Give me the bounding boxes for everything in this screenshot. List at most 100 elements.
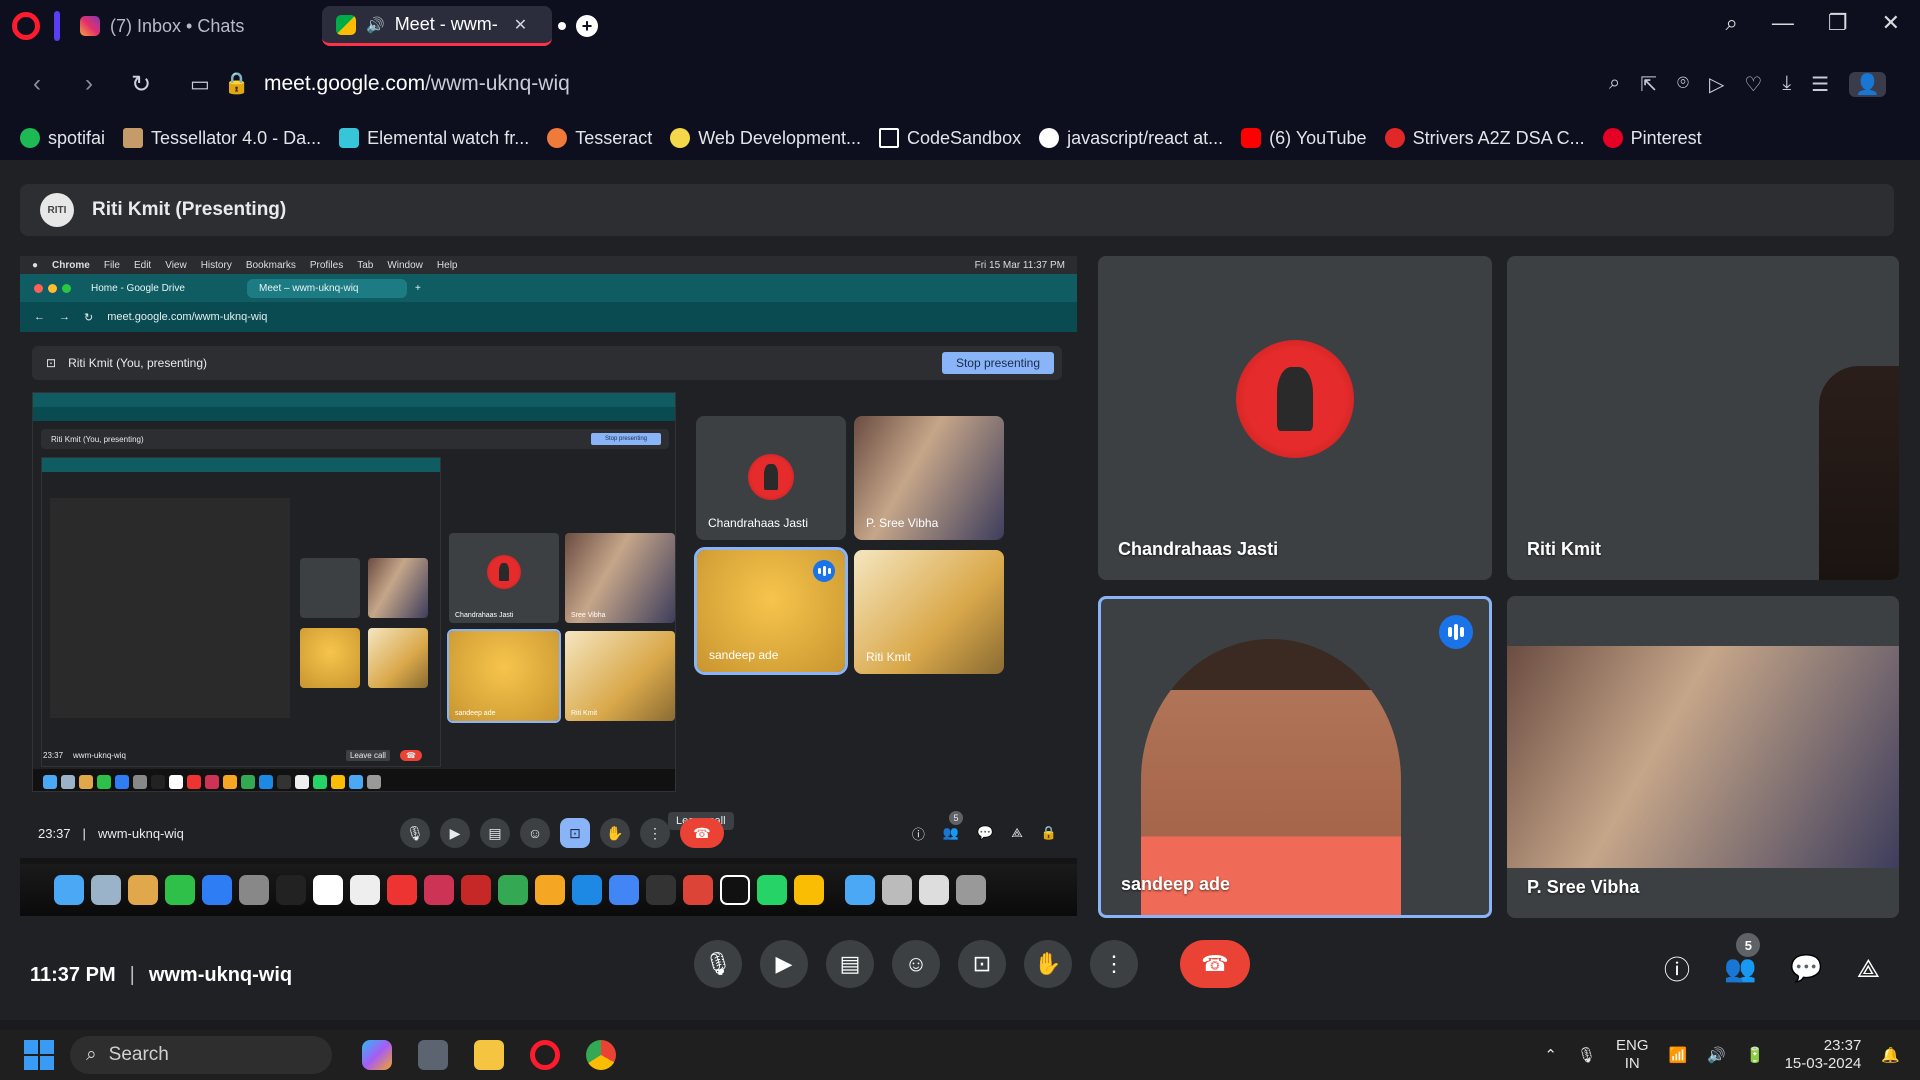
youtube-icon: [1241, 128, 1262, 148]
inner-sep: |: [82, 825, 86, 841]
more-options-icon[interactable]: ⋮: [1090, 940, 1138, 988]
participant-tile-sree-vibha[interactable]: P. Sree Vibha: [1507, 596, 1899, 918]
inner-url: meet.google.com/wwm-uknq-wiq: [107, 311, 268, 323]
people-icon[interactable]: 👥 5: [1724, 933, 1761, 984]
file-explorer-icon[interactable]: [474, 1040, 504, 1070]
presenter-avatar: RITI: [40, 193, 74, 227]
bookmark-web-development[interactable]: Web Development...: [670, 128, 861, 149]
new-tab-button[interactable]: +: [576, 15, 598, 37]
url-path: /wwm-uknq-wiq: [425, 72, 570, 95]
restore-icon[interactable]: ❐: [1828, 10, 1848, 36]
captions-icon[interactable]: ▤: [826, 940, 874, 988]
notification-icon[interactable]: 🔔: [1881, 1046, 1900, 1064]
easy-setup-icon[interactable]: ☰: [1811, 72, 1829, 97]
mac-clock: Fri 15 Mar 11:37 PM: [974, 259, 1065, 271]
microphone-icon[interactable]: 🎙: [694, 940, 742, 988]
inner-tile-sree-vibha: P. Sree Vibha: [854, 416, 1004, 540]
share-icon[interactable]: ⇱: [1640, 72, 1657, 97]
taskbar-clock[interactable]: 23:37 15-03-2024: [1785, 1037, 1862, 1073]
windows-start-icon[interactable]: [24, 1040, 54, 1070]
participant-tile-sandeep[interactable]: sandeep ade: [1098, 596, 1492, 918]
menu-history: History: [200, 259, 232, 271]
tab-inbox-chats[interactable]: (7) Inbox • Chats: [66, 6, 316, 46]
participant-video-sree: [1507, 646, 1899, 868]
lock-icon[interactable]: 🔒: [224, 72, 250, 96]
bookmark-spotifai[interactable]: spotifai: [20, 128, 105, 149]
zoom-icon[interactable]: ⌕: [1609, 72, 1620, 97]
inner-lock-icon: 🔒: [1040, 825, 1057, 840]
recursive-inner: [50, 498, 290, 718]
menu-edit: Edit: [133, 259, 152, 271]
participant-name: Riti Kmit: [1527, 539, 1601, 559]
tray-expand-icon[interactable]: ⌃: [1544, 1046, 1557, 1064]
bookmark-tesseract[interactable]: Tesseract: [547, 128, 652, 149]
opera-taskbar-icon[interactable]: [530, 1040, 560, 1070]
nested-mac-dock: [33, 769, 675, 791]
bookmark-elemental[interactable]: Elemental watch fr...: [339, 128, 529, 149]
inner-hand-icon: ✋: [600, 818, 630, 848]
snapshot-icon[interactable]: ⌾: [1677, 72, 1689, 97]
inner-avatar-chandrahaas: [748, 454, 794, 500]
sound-icon[interactable]: 🔊: [366, 16, 385, 34]
speaking-icon: [813, 560, 835, 582]
url-field[interactable]: ▭ 🔒 meet.google.com/wwm-uknq-wiq: [190, 72, 570, 97]
camera-icon[interactable]: ▶: [760, 940, 808, 988]
calculator-icon[interactable]: [418, 1040, 448, 1070]
tab-meet[interactable]: 🔊 Meet - wwm- ✕: [322, 6, 552, 46]
right-controls: ⓘ 👥 5 💬 ⟁: [1664, 933, 1880, 987]
bookmark-pinterest[interactable]: Pinterest: [1602, 128, 1702, 149]
forward-icon[interactable]: ›: [74, 70, 104, 98]
back-icon[interactable]: ‹: [22, 70, 52, 98]
shared-screen: ● Chrome File Edit View History Bookmark…: [20, 256, 1077, 916]
chat-icon[interactable]: 💬: [1790, 953, 1822, 984]
bookmark-strivers[interactable]: Strivers A2Z DSA C...: [1384, 128, 1585, 149]
leave-call-icon[interactable]: ☎: [1180, 940, 1250, 988]
participant-tile-riti[interactable]: Riti Kmit: [1507, 256, 1899, 580]
wifi-icon[interactable]: 📶: [1669, 1046, 1688, 1064]
bookmark-codesandbox[interactable]: CodeSandbox: [878, 128, 1021, 149]
opera-logo-icon[interactable]: [12, 12, 40, 40]
participant-tile-chandrahaas[interactable]: Chandrahaas Jasti: [1098, 256, 1492, 580]
play-icon[interactable]: ▷: [1709, 72, 1724, 97]
volume-icon[interactable]: 🔊: [1707, 1046, 1726, 1064]
menu-help: Help: [436, 259, 458, 271]
recursive-tile: [368, 628, 428, 688]
battery-icon[interactable]: 🔋: [1746, 1046, 1765, 1064]
inner-present-icon: ⊡: [560, 818, 590, 848]
nested-leave-icon: ☎: [399, 749, 422, 761]
close-window-icon[interactable]: ✕: [1882, 10, 1900, 36]
language-indicator[interactable]: ENG IN: [1616, 1037, 1649, 1073]
inner-people-icon: 👥 5: [943, 811, 964, 841]
nested-tab-strip: [33, 393, 675, 407]
activities-icon[interactable]: ⟁: [1857, 953, 1880, 985]
inner-tab-drive: Home - Google Drive: [91, 282, 185, 294]
mac-menubar: ● Chrome File Edit View History Bookmark…: [20, 256, 1077, 274]
chrome-icon[interactable]: [586, 1040, 616, 1070]
inner-activities-icon: ⟁: [1011, 825, 1023, 840]
inner-meet: ⊡ Riti Kmit (You, presenting) Stop prese…: [20, 332, 1077, 858]
taskbar-search[interactable]: ⌕ Search: [70, 1036, 332, 1074]
meeting-details-icon[interactable]: ⓘ: [1664, 950, 1690, 987]
inner-people-badge: 5: [949, 811, 964, 825]
close-tab-icon[interactable]: ✕: [514, 15, 527, 35]
participants-badge: 5: [1736, 933, 1761, 957]
search-tabs-icon[interactable]: ⌕: [1726, 10, 1738, 36]
camera-permission-icon[interactable]: ▭: [190, 72, 210, 97]
minimize-icon[interactable]: —: [1772, 10, 1794, 36]
heart-icon[interactable]: ♡: [1744, 72, 1762, 97]
copilot-icon[interactable]: [362, 1040, 392, 1070]
download-icon[interactable]: ⤓: [1782, 72, 1791, 97]
inner-center-controls: 🎙 ▶ ▤ ☺ ⊡ ✋ ⋮ ☎: [400, 818, 724, 848]
emoji-icon[interactable]: ☺: [892, 940, 940, 988]
spotify-icon: [20, 128, 40, 148]
raise-hand-icon[interactable]: ✋: [1024, 940, 1072, 988]
tray-mic-icon[interactable]: 🎙: [1577, 1046, 1596, 1064]
menu-profiles: Profiles: [309, 259, 344, 271]
bookmark-tessellator[interactable]: Tessellator 4.0 - Da...: [123, 128, 321, 149]
profile-icon[interactable]: 👤: [1849, 71, 1886, 97]
nested-avatar: [487, 555, 521, 589]
bookmark-github[interactable]: javascript/react at...: [1039, 128, 1223, 149]
bookmark-youtube[interactable]: (6) YouTube: [1241, 128, 1367, 149]
present-now-icon[interactable]: ⊡: [958, 940, 1006, 988]
reload-icon[interactable]: ↻: [126, 70, 156, 99]
